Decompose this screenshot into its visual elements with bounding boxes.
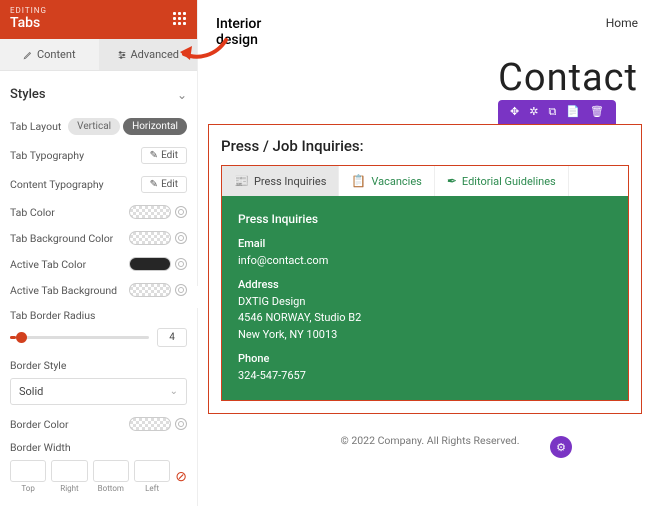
tab-color-label: Tab Color <box>10 206 55 219</box>
sliders-icon <box>117 50 127 60</box>
pencil-icon: ✎ <box>150 150 158 161</box>
bw-left[interactable] <box>134 460 170 482</box>
globe-icon[interactable] <box>175 284 187 296</box>
content-heading: Press Inquiries <box>238 210 612 228</box>
tab-editorial[interactable]: ✒Editorial Guidelines <box>435 166 569 196</box>
phone-value: 324-547-7657 <box>238 368 612 385</box>
content-typography-edit[interactable]: ✎Edit <box>141 176 187 193</box>
sidebar-tabs: Content Advanced <box>0 39 197 71</box>
move-icon[interactable]: ✥ <box>510 105 519 119</box>
border-radius-value[interactable]: 4 <box>157 328 187 347</box>
tab-content-body: Press Inquiries Email info@contact.com A… <box>222 196 628 400</box>
briefcase-icon: 📋 <box>351 174 366 188</box>
section-styles-title: Styles <box>10 87 46 102</box>
section-styles[interactable]: Styles ⌄ <box>10 79 187 112</box>
chevron-down-icon: ⌄ <box>177 88 187 102</box>
globe-icon[interactable] <box>175 418 187 430</box>
page-title: Contact <box>198 56 638 100</box>
tab-advanced[interactable]: Advanced <box>99 39 198 70</box>
settings-icon[interactable]: ✲ <box>529 105 538 119</box>
section-heading: Press / Job Inquiries: <box>221 137 629 155</box>
phone-label: Phone <box>238 351 612 368</box>
nav-home[interactable]: Home <box>606 16 638 30</box>
active-color-swatch[interactable] <box>129 257 171 271</box>
pencil-icon: ✎ <box>150 179 158 190</box>
border-color-label: Border Color <box>10 418 69 431</box>
tab-layout-label: Tab Layout <box>10 120 61 133</box>
address-label: Address <box>238 277 612 294</box>
tab-content[interactable]: Content <box>0 39 99 70</box>
pen-icon: ✒ <box>447 174 457 188</box>
news-icon: 📰 <box>234 174 249 188</box>
tab-press-inquiries[interactable]: 📰Press Inquiries <box>222 166 339 196</box>
layout-vertical[interactable]: Vertical <box>68 118 120 135</box>
tab-typography-label: Tab Typography <box>10 149 84 162</box>
border-width-label: Border Width <box>10 441 187 454</box>
active-bg-swatch[interactable] <box>129 283 171 297</box>
drag-handle-icon[interactable] <box>173 12 187 26</box>
border-style-select[interactable]: Solid⌄ <box>10 378 187 405</box>
pencil-icon <box>23 50 33 60</box>
tab-bg-label: Tab Background Color <box>10 232 113 245</box>
tabs-element: 📰Press Inquiries 📋Vacancies ✒Editorial G… <box>221 165 629 401</box>
border-color-swatch[interactable] <box>129 417 171 431</box>
copy-icon[interactable]: 📄 <box>566 105 580 119</box>
link-icon[interactable]: ⊘ <box>175 469 187 485</box>
globe-icon[interactable] <box>175 206 187 218</box>
email-value: info@contact.com <box>238 253 612 270</box>
page-canvas: Interior design Home Contact ✥ ✲ ⧉ 📄 🗑 P… <box>198 0 662 506</box>
settings-fab[interactable]: ⚙ <box>550 436 572 458</box>
tab-typography-edit[interactable]: ✎Edit <box>141 147 187 164</box>
delete-icon[interactable]: 🗑 <box>590 105 604 119</box>
border-radius-label: Tab Border Radius <box>10 309 187 322</box>
bw-bottom[interactable] <box>93 460 129 482</box>
editing-label: EDITING <box>10 6 47 15</box>
bw-right[interactable] <box>51 460 87 482</box>
editor-sidebar: EDITING Tabs Content Advanced Styles ⌄ T… <box>0 0 198 506</box>
email-label: Email <box>238 236 612 253</box>
footer-text: © 2022 Company. All Rights Reserved. <box>198 424 662 453</box>
tab-advanced-label: Advanced <box>131 48 179 61</box>
content-typography-label: Content Typography <box>10 178 104 191</box>
globe-icon[interactable] <box>175 258 187 270</box>
active-bg-label: Active Tab Background <box>10 284 117 297</box>
widget-title: Tabs <box>10 15 47 31</box>
tab-color-swatch[interactable] <box>129 205 171 219</box>
tab-layout-segment: Vertical Horizontal <box>68 118 187 135</box>
tab-content-label: Content <box>37 48 76 61</box>
chevron-down-icon: ⌄ <box>170 386 178 397</box>
bw-top[interactable] <box>10 460 46 482</box>
tab-bg-swatch[interactable] <box>129 231 171 245</box>
sidebar-header: EDITING Tabs <box>0 0 197 39</box>
active-color-label: Active Tab Color <box>10 258 86 271</box>
layout-horizontal[interactable]: Horizontal <box>123 118 187 135</box>
element-toolbar: ✥ ✲ ⧉ 📄 🗑 <box>498 100 616 124</box>
border-style-label: Border Style <box>10 359 187 372</box>
tabs-widget[interactable]: Press / Job Inquiries: 📰 Press Inquiries … <box>208 124 642 414</box>
border-radius-slider[interactable] <box>10 336 149 339</box>
globe-icon[interactable] <box>175 232 187 244</box>
brand: Interior design <box>216 16 261 48</box>
duplicate-icon[interactable]: ⧉ <box>548 105 556 119</box>
tab-vacancies[interactable]: 📋Vacancies <box>339 166 434 196</box>
